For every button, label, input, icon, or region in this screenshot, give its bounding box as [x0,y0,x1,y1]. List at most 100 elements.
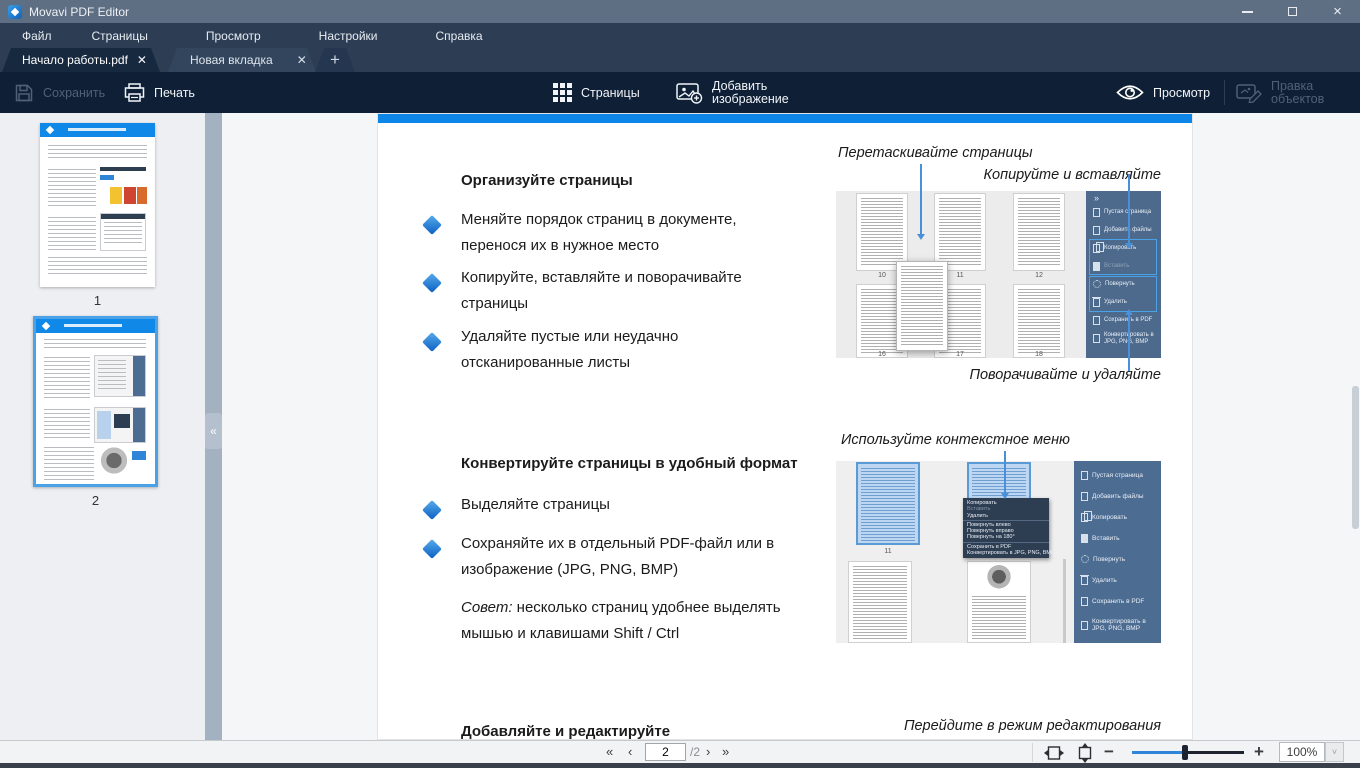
collapse-icon: « [210,424,217,438]
view-mode-button[interactable]: Просмотр [1116,72,1210,113]
statusbar-separator [1032,743,1033,762]
eye-icon [1116,83,1144,102]
movavi-pdf-editor-window: Movavi PDF Editor × Файл Страницы Просмо… [0,0,1360,768]
menu-pages[interactable]: Страницы [72,23,168,48]
total-pages-label: /2 [690,745,700,759]
diamond-bullet-icon [422,332,442,352]
restore-icon [1288,7,1297,16]
zoom-level-value[interactable]: 100% [1279,742,1325,762]
tab-new[interactable]: Новая вкладка ✕ [168,48,316,72]
page-1-thumbnail[interactable] [40,123,155,287]
diamond-bullet-icon [422,500,442,520]
next-page-button[interactable]: › [706,744,710,759]
zoom-slider[interactable] [1132,751,1244,754]
window-bottom-edge [0,763,1360,768]
new-tab-button[interactable]: + [315,48,355,72]
previous-page-button[interactable]: ‹ [628,744,632,759]
annotation-arrow-down-icon [1128,174,1130,243]
collapse-panel-button[interactable]: « [205,413,222,449]
page-2-thumbnail-selected[interactable] [33,316,158,487]
diamond-bullet-icon [422,273,442,293]
close-button[interactable]: × [1315,0,1360,23]
tab-close-icon[interactable]: ✕ [137,54,147,66]
zoom-slider-handle[interactable] [1182,745,1188,760]
pages-grid-icon [553,83,572,102]
edit-objects-label-line1: Правка [1271,80,1324,93]
illustration-context-menu: 11 Копировать Вставить Удалить Повернуть… [836,461,1161,643]
restore-button[interactable] [1270,0,1315,23]
mini-page-number: 18 [1013,351,1065,358]
menu-file[interactable]: Файл [2,23,72,48]
menu-settings[interactable]: Настройки [299,23,398,48]
tab-close-icon[interactable]: ✕ [297,54,307,66]
print-button[interactable]: Печать [124,72,195,113]
plus-icon: + [330,50,340,70]
zoom-out-button[interactable]: − [1104,742,1114,762]
zoom-dropdown-button[interactable]: ˅ [1325,742,1344,762]
last-page-button[interactable]: » [722,744,729,759]
add-image-icon [676,82,703,104]
diamond-bullet-icon [422,539,442,559]
caption-drag-pages: Перетаскивайте страницы [838,145,1033,161]
caption-rotate-delete: Поворачивайте и удаляйте [836,367,1161,383]
menu-view[interactable]: Просмотр [186,23,281,48]
mini-page-number: 16 [856,351,908,358]
thumbnail-panel: 1 2 [0,113,205,740]
bullet-text: Копируйте, вставляйте и поворачивайте ст… [461,265,841,317]
panel-expand-icon: » [1094,193,1099,203]
bullet-text: Удаляйте пустые или неудачно отсканирова… [461,324,841,376]
vertical-scrollbar-thumb[interactable] [1352,386,1359,529]
mini-page-number: 12 [1013,272,1065,279]
movavi-logo-icon [8,5,22,19]
document-viewer: Организуйте страницы Меняйте порядок стр… [222,113,1360,740]
minimize-button[interactable] [1225,0,1270,23]
add-image-label-line2: изображение [712,93,789,106]
bullet-text: Выделяйте страницы [461,492,841,518]
tip-text: Совет: несколько страниц удобнее выделят… [461,595,841,647]
fit-page-button[interactable] [1078,743,1092,763]
menubar: Файл Страницы Просмотр Настройки Справка [0,23,1360,48]
minimize-icon [1242,11,1253,13]
zoom-in-button[interactable]: + [1254,742,1264,762]
chevron-down-icon: ˅ [1332,747,1337,757]
first-page-button[interactable]: « [606,744,613,759]
tab-label: Начало работы.pdf [22,53,128,67]
caption-context-menu: Используйте контекстное меню [841,432,1070,448]
diamond-bullet-icon [422,215,442,235]
fit-width-button[interactable] [1044,746,1064,760]
add-image-button[interactable]: Добавить изображение [676,72,789,113]
tip-prefix: Совет: [461,599,513,616]
panel-splitter[interactable]: « [205,113,222,740]
save-icon [14,83,34,103]
print-icon [124,83,145,103]
print-label: Печать [154,86,195,100]
edit-objects-label-line2: объектов [1271,93,1324,106]
mini-page-number: 17 [934,351,986,358]
toolbar-separator [1224,80,1225,105]
current-page-input[interactable] [645,743,686,761]
close-icon: × [1333,4,1342,19]
tab-active-document[interactable]: Начало работы.pdf ✕ [2,48,160,72]
pdf-page: Организуйте страницы Меняйте порядок стр… [377,113,1193,740]
mini-side-panel: Пустая страница Добавить файлы Копироват… [1074,461,1161,643]
annotation-arrow-down-icon [920,164,922,234]
statusbar: « ‹ /2 › » − + 100% ˅ [0,740,1360,763]
menu-help[interactable]: Справка [416,23,503,48]
toolbar: Сохранить Печать Страницы [0,72,1360,113]
bullet-text: Меняйте порядок страниц в документе, пер… [461,207,841,259]
section-heading: Организуйте страницы [461,172,633,189]
add-image-label-line1: Добавить [712,80,789,93]
page-header-bar [378,114,1192,123]
section-heading: Конвертируйте страницы в удобный формат [461,455,798,472]
tab-label: Новая вкладка [190,53,273,67]
window-title: Movavi PDF Editor [29,5,129,19]
edit-objects-button[interactable]: Правка объектов [1236,72,1324,113]
thumb-header [36,319,155,333]
page-2-label: 2 [33,493,158,508]
mini-page-number: 11 [856,548,920,555]
workspace: 1 2 [0,113,1360,740]
caption-edit-mode: Перейдите в режим редактирования [836,718,1161,734]
save-label: Сохранить [43,86,105,100]
save-button[interactable]: Сохранить [14,72,105,113]
pages-button[interactable]: Страницы [553,72,640,113]
